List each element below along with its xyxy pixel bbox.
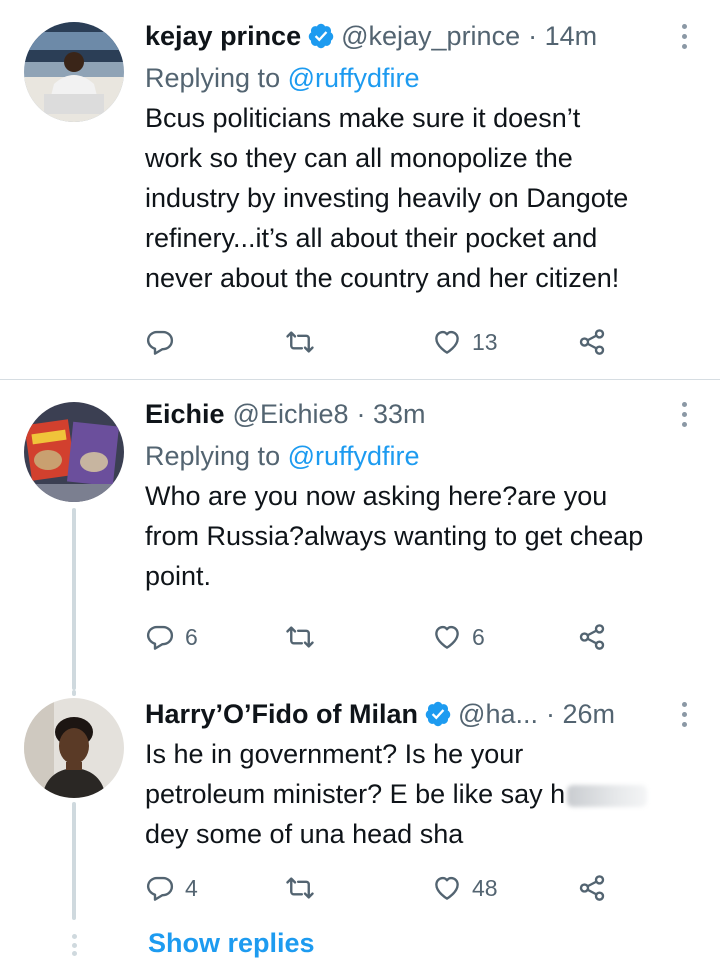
replying-to: Replying to @ruffydfire [145, 441, 420, 471]
more-options-icon[interactable] [672, 398, 696, 430]
share-button[interactable] [577, 322, 607, 362]
tweet-text: Is he in government? Is he your petroleu… [145, 734, 696, 854]
share-icon [577, 327, 607, 357]
tweet-header: Harry’O’Fido of Milan @ha... · 26m [145, 696, 696, 732]
thread-line [72, 802, 76, 920]
tweet-actions: 4 48 [145, 868, 625, 908]
share-icon [577, 873, 607, 903]
blurred-text [567, 784, 648, 807]
avatar-kejay-prince[interactable] [24, 22, 124, 122]
like-button[interactable]: 48 [432, 868, 498, 908]
avatar-eichie[interactable] [24, 402, 124, 502]
tweet-2[interactable]: Eichie @Eichie8 · 33m Replying to @ruffy… [0, 380, 720, 690]
thread-line [72, 690, 76, 696]
more-options-icon[interactable] [672, 698, 696, 730]
more-options-icon[interactable] [672, 20, 696, 52]
thread-dots [71, 934, 77, 956]
tweet-text: Who are you now asking here?are you from… [145, 481, 644, 591]
display-name[interactable]: Harry’O’Fido of Milan [145, 699, 418, 730]
heart-icon [432, 327, 462, 357]
share-button[interactable] [577, 617, 607, 657]
display-name[interactable]: kejay prince [145, 21, 301, 52]
timestamp[interactable]: · 26m [546, 699, 615, 730]
reply-icon [145, 327, 175, 357]
heart-icon [432, 622, 462, 652]
tweet-header: Eichie @Eichie8 · 33m [145, 396, 696, 432]
like-button[interactable]: 6 [432, 617, 485, 657]
replying-to: Replying to @ruffydfire [145, 63, 420, 93]
tweet-actions: 6 6 [145, 617, 625, 657]
timestamp[interactable]: · 14m [528, 21, 597, 52]
mention-link[interactable]: @ruffydfire [288, 63, 420, 93]
tweet-1[interactable]: kejay prince @kejay_prince · 14m Replyin… [0, 0, 720, 380]
thread-line [72, 508, 76, 690]
avatar-harry-o-fido[interactable] [24, 698, 124, 798]
verified-badge-icon [424, 700, 452, 728]
tweet-3[interactable]: Harry’O’Fido of Milan @ha... · 26m Is he… [0, 690, 720, 920]
mention-link[interactable]: @ruffydfire [288, 441, 420, 471]
username[interactable]: @kejay_prince [341, 21, 520, 52]
share-icon [577, 622, 607, 652]
retweet-button[interactable] [285, 617, 325, 657]
reply-button[interactable]: 6 [145, 617, 198, 657]
tweet-actions: 13 [145, 322, 625, 362]
username[interactable]: @Eichie8 [233, 399, 349, 430]
like-button[interactable]: 13 [432, 322, 498, 362]
retweet-icon [285, 622, 315, 652]
reply-button[interactable]: 4 [145, 868, 198, 908]
share-button[interactable] [577, 868, 607, 908]
retweet-button[interactable] [285, 322, 325, 362]
show-replies-link[interactable]: Show replies [148, 928, 315, 959]
tweet-text: Bcus politicians make sure it doesn’t wo… [145, 103, 629, 293]
verified-badge-icon [307, 22, 335, 50]
timestamp[interactable]: · 33m [357, 399, 426, 430]
username[interactable]: @ha... [458, 699, 538, 730]
reply-icon [145, 873, 175, 903]
display-name[interactable]: Eichie [145, 399, 225, 430]
tweet-header: kejay prince @kejay_prince · 14m [145, 18, 696, 54]
retweet-icon [285, 873, 315, 903]
retweet-button[interactable] [285, 868, 325, 908]
retweet-icon [285, 327, 315, 357]
reply-icon [145, 622, 175, 652]
heart-icon [432, 873, 462, 903]
reply-button[interactable] [145, 322, 185, 362]
